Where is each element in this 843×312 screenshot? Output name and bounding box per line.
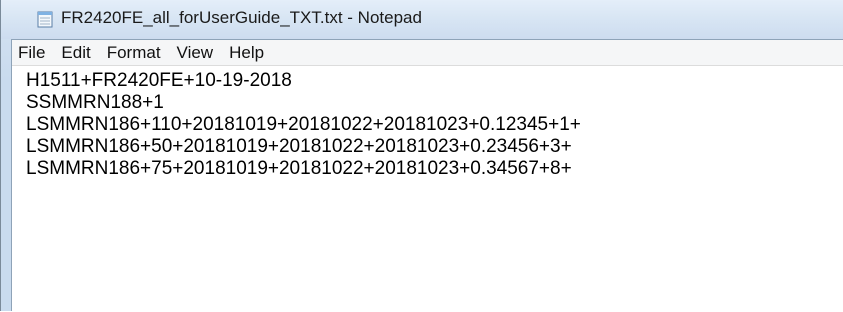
notepad-window: FR2420FE_all_forUserGuide_TXT.txt - Note… xyxy=(0,0,843,312)
text-line: SSMMRN188+1 xyxy=(26,92,164,113)
menu-file[interactable]: File xyxy=(12,40,53,65)
text-line: H1511+FR2420FE+10-19-2018 xyxy=(26,70,292,91)
menu-edit[interactable]: Edit xyxy=(53,40,98,65)
window-title: FR2420FE_all_forUserGuide_TXT.txt - Note… xyxy=(61,8,422,27)
notepad-client-area: File Edit Format View Help H1511+FR2420F… xyxy=(11,39,843,312)
menu-view[interactable]: View xyxy=(169,40,222,65)
menu-format[interactable]: Format xyxy=(99,40,169,65)
title-bar[interactable]: FR2420FE_all_forUserGuide_TXT.txt - Note… xyxy=(1,0,843,39)
menu-bar: File Edit Format View Help xyxy=(12,40,843,66)
text-line: LSMMRN186+75+20181019+20181022+20181023+… xyxy=(26,158,572,179)
text-line: LSMMRN186+110+20181019+20181022+20181023… xyxy=(26,114,581,135)
text-editor[interactable]: H1511+FR2420FE+10-19-2018 SSMMRN188+1 LS… xyxy=(12,66,843,312)
notepad-icon xyxy=(37,10,53,28)
menu-help[interactable]: Help xyxy=(221,40,272,65)
text-line: LSMMRN186+50+20181019+20181022+20181023+… xyxy=(26,136,572,157)
